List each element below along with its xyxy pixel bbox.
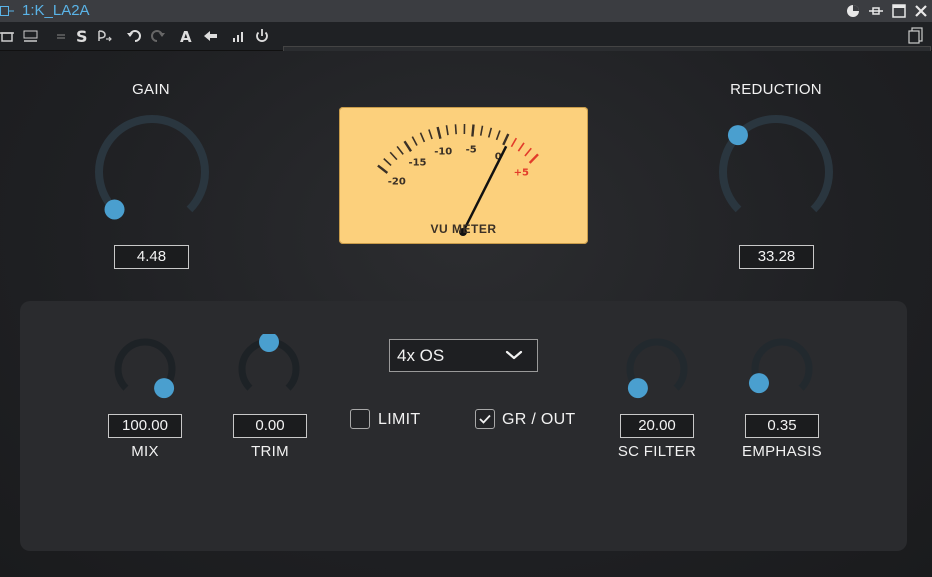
vu-tick [411,136,418,146]
vu-tick [528,153,539,164]
pin-icon[interactable] [867,2,885,20]
vu-tick [454,124,457,135]
toolbar: S A [0,22,932,70]
svg-text:A: A [180,28,192,45]
vu-tick [517,142,525,152]
vu-tick [436,126,442,139]
vu-scale-ticks [377,123,539,174]
trim-value[interactable]: 0.00 [233,414,307,438]
reduction-label: REDUCTION [730,81,822,98]
vu-meter-label: VU METER [430,222,497,236]
vu-tick [389,151,398,161]
maximize-icon[interactable] [890,2,908,20]
window-title: 1:K_LA2A [22,2,90,19]
oversampling-select[interactable]: 4x OS [389,339,538,372]
trim-knob-indicator [259,334,279,352]
vu-needle [461,145,508,233]
vu-tick [377,164,389,174]
fx-icon[interactable] [22,27,40,45]
vu-tick [396,145,404,155]
vu-scale-label: -20 [388,176,406,187]
sc-filter-knob-indicator [627,378,648,399]
redo-icon[interactable] [148,27,166,45]
mix-value[interactable]: 100.00 [108,414,182,438]
vu-tick [428,129,433,140]
emphasis-knob-indicator [748,373,769,394]
io-routing-icon[interactable] [0,27,18,45]
vu-scale-labels: -20-15-10 -50+5 [388,144,529,187]
emphasis-value[interactable]: 0.35 [745,414,819,438]
title-bar: 1:K_LA2A [0,0,932,22]
vu-meter: -20 -15 -10 -5 0 +5 VU METER [339,107,588,244]
limit-checkbox[interactable] [350,409,370,429]
power-options-icon[interactable] [844,2,862,20]
limit-label: LIMIT [378,411,421,428]
separator-icon [57,34,65,39]
mix-knob-indicator [154,378,175,399]
sc-filter-label: SC FILTER [617,443,697,460]
chevron-down-icon [505,350,523,360]
svg-text:S: S [76,27,88,45]
close-icon[interactable] [912,2,930,20]
trim-label: TRIM [251,443,289,460]
vu-scale-label: -5 [466,144,477,155]
gain-label: GAIN [132,81,170,98]
s-icon[interactable]: S [74,27,92,45]
gain-knob[interactable] [88,112,216,240]
power-icon[interactable] [253,27,271,45]
vu-scale-label: -10 [434,146,452,157]
vu-tick [383,158,392,167]
vu-tick [487,127,493,138]
vu-tick [445,125,449,136]
gain-value[interactable]: 4.48 [114,245,189,269]
preset-menu-icon[interactable] [907,26,925,44]
vu-tick [419,132,426,143]
gr-out-label: GR / OUT [502,411,576,428]
reduction-knob[interactable] [712,112,840,240]
undo-icon[interactable] [126,27,144,45]
gr-out-checkbox[interactable] [475,409,495,429]
oversampling-selected: 4x OS [397,346,445,365]
mix-knob[interactable] [109,334,181,406]
plugin-icon [0,6,14,16]
sc-filter-value[interactable]: 20.00 [620,414,694,438]
arrow-left-icon[interactable] [202,27,220,45]
sc-filter-knob[interactable] [621,334,693,406]
mix-label: MIX [131,443,159,460]
vu-tick [403,140,413,152]
reduction-value[interactable]: 33.28 [739,245,814,269]
check-icon [479,414,491,424]
vu-tick [502,133,510,146]
vu-tick [495,130,501,141]
emphasis-knob[interactable] [746,334,818,406]
vu-scale-label: +5 [514,168,529,179]
vu-tick [471,124,475,137]
trim-knob[interactable] [233,334,305,406]
vu-tick [510,137,518,148]
meter-bars-icon[interactable] [230,27,248,45]
vu-tick [479,125,484,136]
vu-tick [524,147,532,157]
gain-knob-track [95,115,209,213]
reduction-knob-indicator [727,125,748,146]
font-icon[interactable]: A [178,27,196,45]
vu-scale-label: -15 [408,157,426,168]
emphasis-label: EMPHASIS [742,443,822,460]
gain-knob-indicator [104,199,125,220]
compare-icon[interactable] [96,27,114,45]
